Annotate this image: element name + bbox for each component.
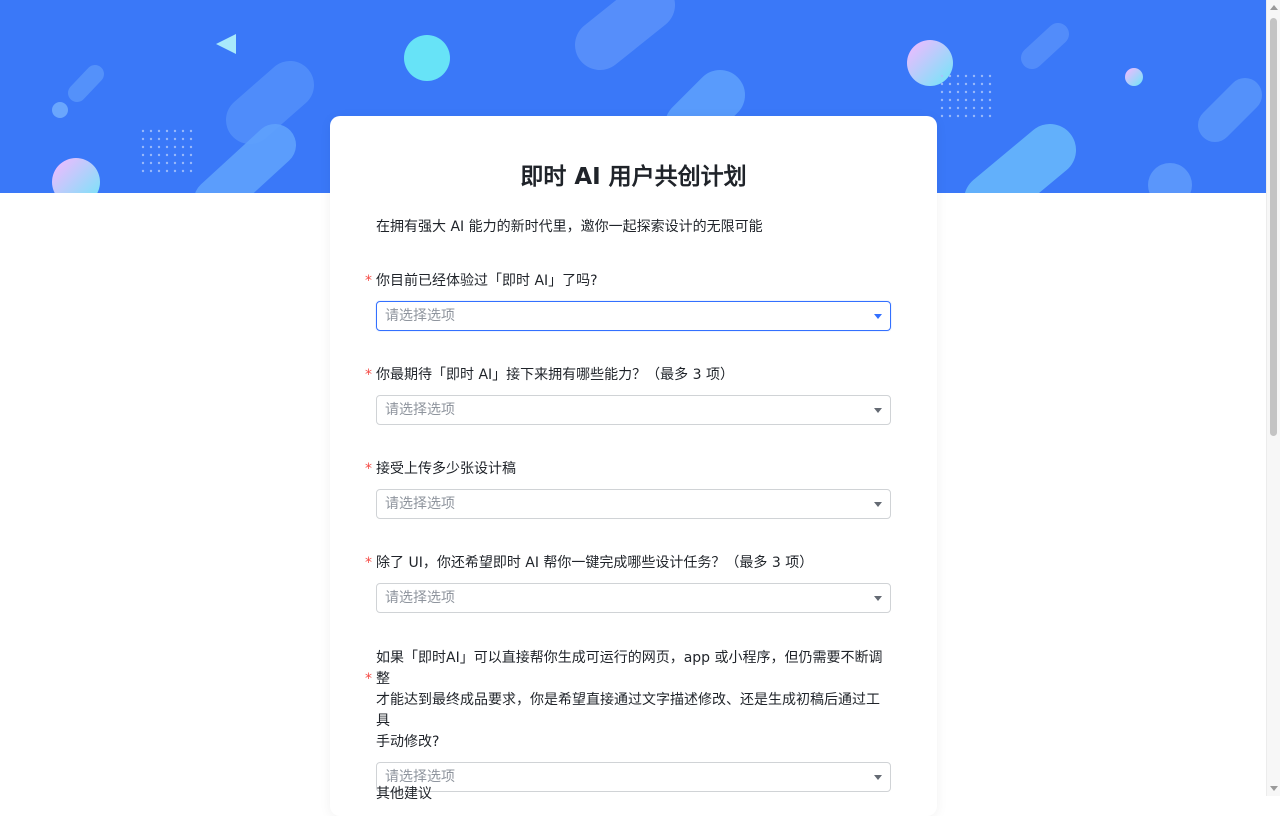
question-upload-count: * 接受上传多少张设计稿 请选择选项 bbox=[365, 459, 891, 519]
select-placeholder: 请选择选项 bbox=[385, 496, 455, 512]
question-label: 其他建议 bbox=[376, 786, 432, 802]
survey-card: 即时 AI 用户共创计划 在拥有强大 AI 能力的新时代里，邀你一起探索设计的无… bbox=[330, 116, 937, 816]
question-label: 接受上传多少张设计稿 bbox=[376, 461, 516, 477]
required-mark: * bbox=[365, 367, 372, 383]
question-label-line: 如果「即时AI」可以直接帮你生成可运行的网页，app 或小程序，但仍需要不断调整 bbox=[376, 650, 883, 687]
required-mark: * bbox=[365, 671, 372, 687]
chevron-down-icon bbox=[874, 408, 882, 413]
select-placeholder: 请选择选项 bbox=[385, 402, 455, 418]
question-other-suggestions: 其他建议 bbox=[376, 784, 891, 805]
form-subtitle: 在拥有强大 AI 能力的新时代里，邀你一起探索设计的无限可能 bbox=[376, 219, 763, 235]
select-experienced[interactable]: 请选择选项 bbox=[376, 301, 891, 331]
question-label-line: 才能达到最终成品要求，你是希望直接通过文字描述修改、还是生成初稿后通过工具 bbox=[376, 692, 880, 729]
question-label-line: 手动修改? bbox=[376, 734, 440, 750]
select-design-tasks[interactable]: 请选择选项 bbox=[376, 583, 891, 613]
chevron-down-icon bbox=[874, 596, 882, 601]
question-experienced: * 你目前已经体验过「即时 AI」了吗? 请选择选项 bbox=[365, 271, 891, 331]
select-upload-count[interactable]: 请选择选项 bbox=[376, 489, 891, 519]
vertical-scrollbar[interactable] bbox=[1266, 0, 1280, 796]
chevron-down-icon bbox=[874, 775, 882, 780]
question-design-tasks: * 除了 UI，你还希望即时 AI 帮你一键完成哪些设计任务？（最多 3 项） … bbox=[365, 553, 891, 613]
question-edit-method: * 如果「即时AI」可以直接帮你生成可运行的网页，app 或小程序，但仍需要不断… bbox=[365, 648, 891, 792]
question-label: 你最期待「即时 AI」接下来拥有哪些能力？（最多 3 项） bbox=[376, 367, 734, 383]
required-mark: * bbox=[365, 461, 372, 477]
select-placeholder: 请选择选项 bbox=[385, 308, 455, 324]
select-placeholder: 请选择选项 bbox=[385, 769, 455, 785]
select-placeholder: 请选择选项 bbox=[385, 590, 455, 606]
scrollbar-thumb[interactable] bbox=[1270, 18, 1277, 436]
scroll-up-arrow-icon[interactable] bbox=[1270, 5, 1278, 10]
question-expected-abilities: * 你最期待「即时 AI」接下来拥有哪些能力？（最多 3 项） 请选择选项 bbox=[365, 365, 891, 425]
question-label: 你目前已经体验过「即时 AI」了吗? bbox=[376, 273, 598, 289]
form-title: 即时 AI 用户共创计划 bbox=[520, 164, 747, 190]
required-mark: * bbox=[365, 273, 372, 289]
chevron-down-icon bbox=[874, 502, 882, 507]
select-expected-abilities[interactable]: 请选择选项 bbox=[376, 395, 891, 425]
question-label: 除了 UI，你还希望即时 AI 帮你一键完成哪些设计任务？（最多 3 项） bbox=[376, 555, 814, 571]
chevron-down-icon bbox=[874, 314, 882, 319]
scroll-down-arrow-icon[interactable] bbox=[1270, 786, 1278, 791]
required-mark: * bbox=[365, 555, 372, 571]
